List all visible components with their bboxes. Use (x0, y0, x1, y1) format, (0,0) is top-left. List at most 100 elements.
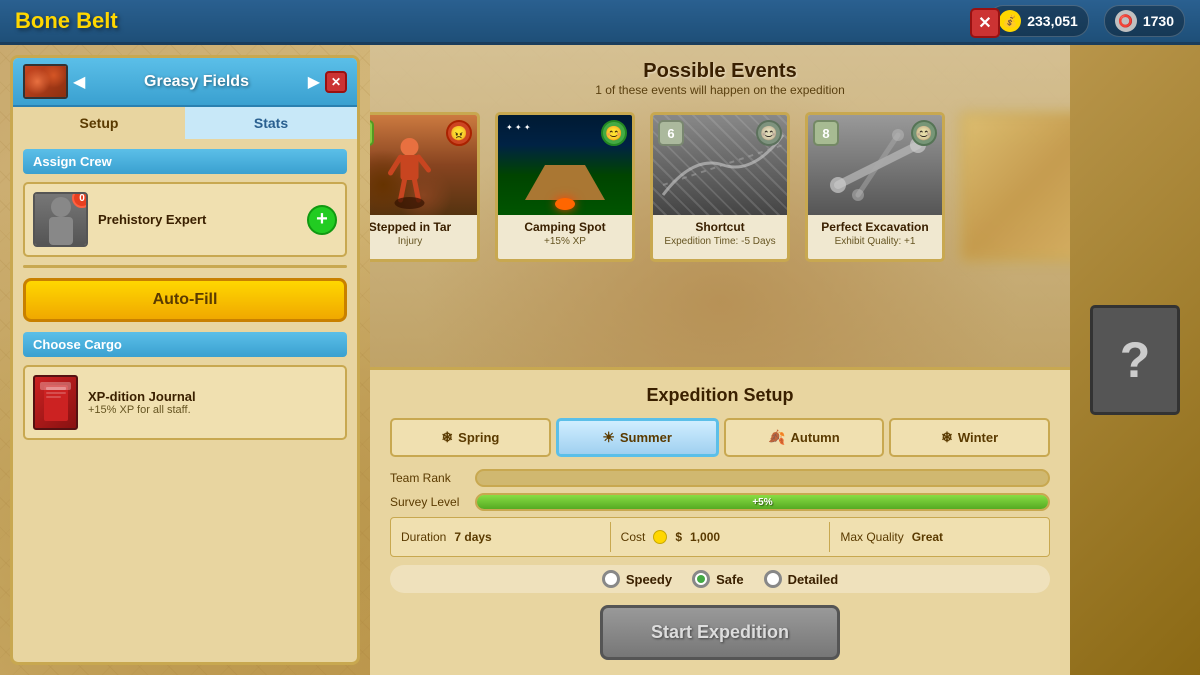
event-badge-emoji-3: 😊 (911, 120, 937, 146)
info-divider-2 (829, 522, 830, 552)
winter-icon: ❄ (941, 429, 953, 446)
event-badge-emoji-1: 😊 (601, 120, 627, 146)
start-expedition-button[interactable]: Start Expedition (600, 605, 840, 660)
events-subtitle: 1 of these events will happen on the exp… (390, 83, 1050, 97)
gold-icon: 💰 (999, 10, 1021, 32)
winter-label: Winter (958, 430, 998, 445)
event-card-2[interactable]: 6 😊 Shortcut Expedition Time: -5 Days (650, 112, 790, 262)
event-badge-number-3: 8 (813, 120, 839, 146)
expedition-info-row: Duration 7 days Cost $ 1,000 Max Quality… (390, 517, 1050, 557)
event-card-1[interactable]: 😊 ✦ ✦ ✦ Camping Spot +15% XP (495, 112, 635, 262)
quality-value: Great (912, 530, 943, 544)
event-badge-number-0: 6 (370, 120, 374, 146)
autumn-label: Autumn (791, 430, 840, 445)
event-badge-emoji-2: 😊 (756, 120, 782, 146)
spring-label: Spring (458, 430, 499, 445)
safe-radio-fill (697, 575, 705, 583)
quality-item: Max Quality Great (840, 530, 1039, 544)
coin-icon (653, 530, 667, 544)
speedy-label: Speedy (626, 572, 672, 587)
location-prev-arrow[interactable]: ◀ (68, 72, 90, 92)
cargo-info-1: XP-dition Journal +15% XP for all staff. (78, 389, 196, 416)
safe-label: Safe (716, 572, 743, 587)
crew-avatar-1: 0 (33, 192, 88, 247)
cost-coin-icon (653, 530, 667, 544)
event-card-subtitle-2: Expedition Time: -5 Days (653, 236, 787, 252)
event-card-image-3: 8 😊 (808, 115, 942, 215)
event-cards-row: 6 😠 Stepped in Tar Injury (390, 112, 1050, 262)
cost-label: Cost (621, 530, 646, 544)
events-title: Possible Events (390, 60, 1050, 83)
event-card-title-1: Camping Spot (498, 215, 632, 236)
event-card-0[interactable]: 6 😠 Stepped in Tar Injury (370, 112, 480, 262)
team-rank-bar (475, 469, 1050, 487)
expedition-close-button[interactable]: ✕ (970, 8, 1000, 38)
cargo-desc-1: +15% XP for all staff. (88, 404, 196, 416)
top-bar: Bone Belt ✕ 💰 233,051 ⭕ 1730 (0, 0, 1200, 45)
season-buttons: ❄ Spring ☀ Summer 🍂 Autumn ❄ Winter (390, 418, 1050, 457)
summer-label: Summer (620, 430, 672, 445)
event-card-3[interactable]: 8 😊 Perfect Excavation Exhibit Quality: … (805, 112, 945, 262)
location-close-button[interactable]: ✕ (325, 71, 347, 93)
speed-option-speedy[interactable]: Speedy (602, 570, 672, 588)
season-button-winter[interactable]: ❄ Winter (889, 418, 1050, 457)
speed-options: Speedy Safe Detailed (390, 565, 1050, 593)
event-card-image-2: 6 😊 (653, 115, 787, 215)
event-card-mystery (960, 112, 1070, 262)
journal-icon (41, 383, 71, 423)
tab-stats[interactable]: Stats (185, 107, 357, 139)
event-card-title-2: Shortcut (653, 215, 787, 236)
speed-option-safe[interactable]: Safe (692, 570, 743, 588)
auto-fill-button[interactable]: Auto-Fill (23, 278, 347, 322)
tar-figure (383, 135, 438, 210)
event-card-title-3: Perfect Excavation (808, 215, 942, 236)
cargo-item-1[interactable]: XP-dition Journal +15% XP for all staff. (23, 365, 347, 440)
setup-panel: Expedition Setup ❄ Spring ☀ Summer 🍂 Aut… (370, 367, 1070, 675)
speedy-radio (602, 570, 620, 588)
crew-slot-1: 0 Prehistory Expert + (23, 182, 347, 257)
detailed-radio (764, 570, 782, 588)
token-currency: ⭕ 1730 (1104, 5, 1185, 37)
cost-value: $ (675, 530, 682, 544)
crew-info-1: Prehistory Expert (88, 212, 307, 227)
panel-content: Assign Crew 0 Prehistory Expert (13, 139, 357, 458)
main-content: Possible Events 1 of these events will h… (370, 45, 1070, 675)
stat-row-survey-level: Survey Level +5% (390, 493, 1050, 511)
event-card-subtitle-3: Exhibit Quality: +1 (808, 236, 942, 252)
crew-add-button[interactable]: + (307, 205, 337, 235)
team-rank-label: Team Rank (390, 471, 470, 485)
crew-name-1: Prehistory Expert (98, 212, 307, 227)
location-header: ◀ Greasy Fields ▶ ✕ (13, 58, 357, 107)
safe-radio (692, 570, 710, 588)
season-button-autumn[interactable]: 🍂 Autumn (724, 418, 885, 457)
token-icon: ⭕ (1115, 10, 1137, 32)
game-title: Bone Belt (15, 8, 988, 34)
setup-title: Expedition Setup (390, 385, 1050, 406)
season-button-spring[interactable]: ❄ Spring (390, 418, 551, 457)
tab-setup[interactable]: Setup (13, 107, 185, 139)
event-card-subtitle-1: +15% XP (498, 236, 632, 252)
cost-amount: 1,000 (690, 530, 720, 544)
assign-crew-header: Assign Crew (23, 149, 347, 174)
stat-row-team-rank: Team Rank (390, 469, 1050, 487)
season-button-summer[interactable]: ☀ Summer (556, 418, 719, 457)
crew-empty-divider (23, 265, 347, 268)
event-badge-number-2: 6 (658, 120, 684, 146)
location-thumbnail (23, 64, 68, 99)
location-next-arrow[interactable]: ▶ (303, 72, 325, 92)
event-badge-emoji-0: 😠 (446, 120, 472, 146)
autumn-icon: 🍂 (768, 429, 785, 446)
info-divider-1 (610, 522, 611, 552)
choose-cargo-header: Choose Cargo (23, 332, 347, 357)
gold-value: 233,051 (1027, 13, 1078, 29)
event-card-image-0: 6 😠 (370, 115, 477, 215)
left-panel: ◀ Greasy Fields ▶ ✕ Setup Stats Assign C… (0, 45, 370, 675)
gold-currency: 💰 233,051 (988, 5, 1089, 37)
speed-option-detailed[interactable]: Detailed (764, 570, 839, 588)
cargo-name-1: XP-dition Journal (88, 389, 196, 404)
events-area: Possible Events 1 of these events will h… (370, 45, 1070, 367)
duration-value: 7 days (454, 530, 491, 544)
spring-icon: ❄ (441, 429, 453, 446)
mystery-box: ? (1090, 305, 1180, 415)
survey-level-label: Survey Level (390, 495, 470, 509)
